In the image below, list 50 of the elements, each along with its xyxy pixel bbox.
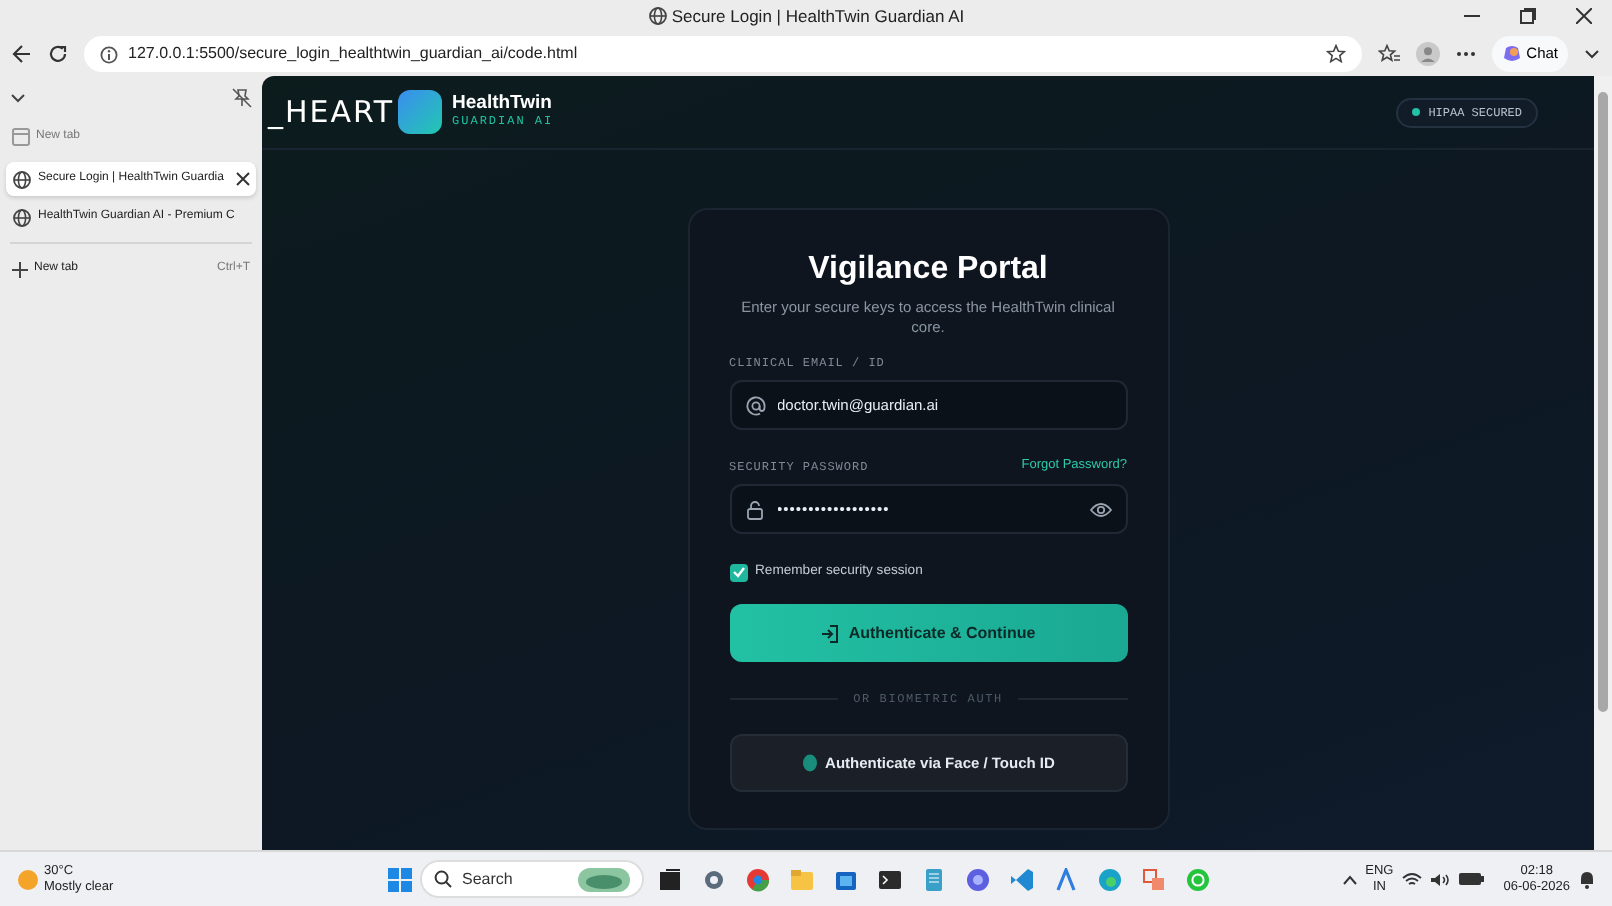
at-icon	[745, 395, 765, 416]
weather-icon	[16, 867, 40, 891]
address-bar[interactable]: 127.0.0.1:5500/secure_login_healthtwin_guardian_ai/code.html	[84, 36, 1363, 72]
more-icon[interactable]	[1456, 50, 1477, 58]
store-icon[interactable]	[834, 867, 858, 891]
authenticate-button[interactable]: Authenticate & Continue	[729, 604, 1127, 663]
login-icon	[820, 623, 841, 644]
volume-icon[interactable]	[1429, 871, 1450, 887]
code-editor-icon[interactable]	[1010, 867, 1034, 891]
unpin-icon[interactable]	[232, 88, 252, 108]
maximize-icon[interactable]	[1520, 8, 1536, 24]
terminal-icon[interactable]	[878, 867, 902, 891]
logo-icon	[398, 90, 443, 134]
check-icon	[731, 566, 745, 579]
task-view-icon[interactable]	[658, 867, 682, 891]
notification-icon[interactable]	[1578, 869, 1596, 889]
brand-name: HealthTwin	[452, 94, 554, 116]
close-icon[interactable]	[1576, 8, 1592, 24]
battery-icon[interactable]	[1457, 872, 1484, 886]
brand-text: _HEART	[268, 91, 395, 134]
chevron-down-icon[interactable]	[10, 90, 26, 106]
globe-icon	[12, 169, 32, 189]
app-icon[interactable]	[966, 867, 990, 891]
notepad-icon[interactable]	[922, 867, 946, 891]
eye-icon[interactable]	[1089, 501, 1111, 518]
close-icon[interactable]	[236, 172, 250, 186]
wifi-icon[interactable]	[1401, 871, 1422, 887]
favorites-icon[interactable]	[1378, 44, 1401, 64]
info-icon	[100, 45, 118, 63]
card-title: Vigilance Portal	[806, 250, 1050, 289]
remember-checkbox[interactable]	[729, 563, 747, 582]
taskbar-search[interactable]: Search	[420, 860, 644, 898]
refresh-icon[interactable]	[48, 44, 68, 64]
globe-icon	[647, 6, 668, 26]
search-icon	[434, 870, 452, 888]
chevron-down-icon[interactable]	[1584, 46, 1600, 62]
browser-icon[interactable]	[746, 867, 770, 891]
page-icon	[12, 128, 30, 146]
back-icon[interactable]	[12, 44, 32, 64]
globe-icon	[12, 207, 32, 227]
lock-icon	[745, 499, 763, 520]
letter-a-icon[interactable]	[1054, 867, 1078, 891]
scrollbar[interactable]	[1594, 76, 1612, 850]
snipping-icon[interactable]	[1142, 867, 1166, 891]
profile-icon[interactable]	[1416, 42, 1441, 66]
window-title: Secure Login | HealthTwin Guardian AI	[671, 4, 965, 30]
start-icon[interactable]	[388, 867, 412, 891]
plus-icon	[12, 261, 28, 277]
star-icon[interactable]	[1326, 44, 1347, 64]
chevron-up-icon[interactable]	[1341, 873, 1358, 885]
